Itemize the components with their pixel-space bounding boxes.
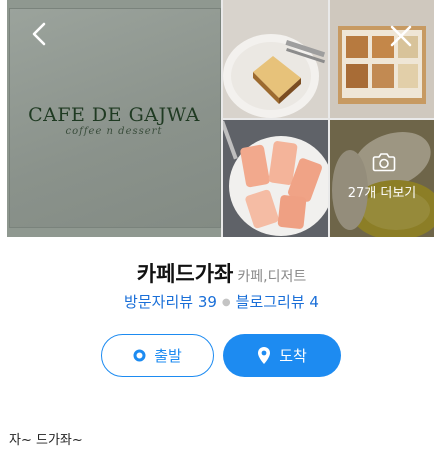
- more-photos-label: 27개 더보기: [347, 186, 417, 201]
- camera-icon: [372, 153, 396, 172]
- arrive-button-label: 도착: [279, 347, 307, 365]
- cake-illustration: [223, 0, 328, 118]
- cafe-logo-subtext: coffee n dessert: [65, 126, 163, 137]
- more-photos-tile[interactable]: 27개 더보기: [330, 120, 434, 237]
- arrive-button[interactable]: 도착: [223, 334, 341, 377]
- location-pin-icon: [258, 347, 271, 364]
- place-name: 카페드가좌: [136, 262, 234, 286]
- review-links: 방문자리뷰 39 ● 블로그리뷰 4: [0, 291, 443, 312]
- back-arrow-icon[interactable]: [28, 22, 52, 46]
- separator-dot: ●: [221, 297, 231, 308]
- more-photos-overlay: [330, 120, 434, 237]
- blog-review-link[interactable]: 블로그리뷰 4: [236, 293, 319, 311]
- origin-circle-icon: [133, 349, 146, 362]
- close-icon[interactable]: [389, 24, 413, 48]
- photo-gallery: CAFE DE GAJWA coffee n dessert 27개 더보기: [7, 0, 434, 237]
- start-button[interactable]: 출발: [101, 334, 214, 377]
- cafe-logo-text: CAFE DE GAJWA: [28, 104, 200, 126]
- post-caption: 자~ 드가좌~: [9, 433, 83, 448]
- visitor-review-link[interactable]: 방문자리뷰 39: [124, 293, 217, 311]
- start-button-label: 출발: [154, 347, 182, 365]
- place-header: 카페드가좌 카페,디저트: [0, 258, 443, 288]
- fruit-illustration: [223, 120, 328, 237]
- dessert-box-photo[interactable]: [330, 0, 434, 118]
- cake-photo[interactable]: [223, 0, 328, 118]
- place-category: 카페,디저트: [237, 269, 307, 285]
- fruit-photo[interactable]: [223, 120, 328, 237]
- dessert-box-illustration: [330, 0, 434, 118]
